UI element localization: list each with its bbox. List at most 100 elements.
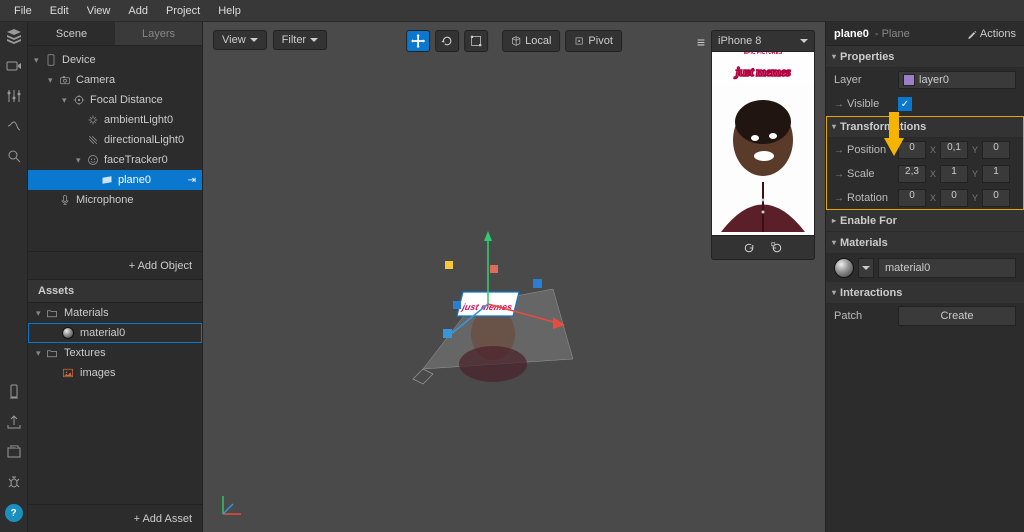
device-screen: EPIC PICTURES just memes: [711, 52, 815, 236]
focal-icon: [72, 93, 86, 107]
actions-button[interactable]: Actions: [967, 28, 1016, 40]
inspector-type: - Plane: [875, 28, 910, 40]
menu-bar: File Edit View Add Project Help: [0, 0, 1024, 22]
tree-item-camera[interactable]: ▾Camera: [28, 70, 202, 90]
scale-label: Scale: [847, 168, 875, 180]
tree-item-directionallight0[interactable]: directionalLight0: [28, 130, 202, 150]
device-icon[interactable]: [6, 384, 22, 400]
folder-icon: [46, 307, 60, 319]
camera-icon: [58, 73, 72, 87]
scale-z-input[interactable]: 1: [982, 165, 1010, 183]
tab-scene[interactable]: Scene: [28, 22, 115, 45]
material-ball-icon: [834, 258, 854, 278]
menu-add[interactable]: Add: [120, 2, 156, 20]
position-label: Position: [847, 144, 886, 156]
bug-icon[interactable]: [6, 474, 22, 490]
menu-file[interactable]: File: [6, 2, 40, 20]
dlight-icon: [86, 133, 100, 147]
asset-item-materials[interactable]: ▾Materials: [28, 303, 202, 323]
create-patch-button[interactable]: Create: [898, 306, 1016, 326]
layers-icon[interactable]: [6, 28, 22, 44]
layer-dropdown[interactable]: layer0: [898, 71, 1016, 89]
position-z-input[interactable]: 0: [982, 141, 1010, 159]
layer-label: Layer: [834, 74, 898, 86]
section-interactions[interactable]: Interactions: [826, 282, 1024, 304]
tree-item-ambientlight0[interactable]: ambientLight0: [28, 110, 202, 130]
rotation-x-input[interactable]: 0: [898, 189, 926, 207]
scale-x-input[interactable]: 2,3: [898, 165, 926, 183]
export-icon[interactable]: [6, 414, 22, 430]
rotate-tool[interactable]: [435, 30, 459, 52]
video-icon[interactable]: [6, 58, 22, 74]
layer-swatch-icon: [903, 74, 915, 86]
move-tool[interactable]: [406, 30, 430, 52]
pivot-toggle[interactable]: Pivot: [565, 30, 621, 52]
viewport[interactable]: View Filter Local Pivot: [203, 22, 825, 532]
inspector-panel: plane0 - Plane Actions Properties Layer …: [825, 22, 1024, 532]
local-toggle[interactable]: Local: [502, 30, 560, 52]
material-dropdown-toggle[interactable]: [858, 258, 874, 278]
scale-tool[interactable]: [464, 30, 488, 52]
position-y-input[interactable]: 0,1: [940, 141, 968, 159]
sliders-icon[interactable]: [6, 88, 22, 104]
tree-item-focal distance[interactable]: ▾Focal Distance: [28, 90, 202, 110]
vertical-toolbar: ?: [0, 22, 28, 532]
tree-item-device[interactable]: ▾Device: [28, 50, 202, 70]
menu-view[interactable]: View: [79, 2, 119, 20]
light-icon: [86, 113, 100, 127]
left-panel: Scene Layers ▾Device▾Camera▾Focal Distan…: [28, 22, 203, 532]
device-selector[interactable]: iPhone 8: [711, 30, 815, 52]
device-preview: iPhone 8 EPIC PICTURES just memes: [711, 30, 815, 260]
library-icon[interactable]: [6, 444, 22, 460]
visible-label: Visible: [847, 98, 879, 110]
menu-help[interactable]: Help: [210, 2, 249, 20]
preview-menu-icon[interactable]: ≡: [697, 34, 705, 50]
link-icon[interactable]: →: [834, 99, 844, 110]
rotation-z-input[interactable]: 0: [982, 189, 1010, 207]
section-properties[interactable]: Properties: [826, 46, 1024, 68]
tab-layers[interactable]: Layers: [115, 22, 202, 45]
tree-item-microphone[interactable]: Microphone: [28, 190, 202, 210]
asset-item-images[interactable]: images: [28, 363, 202, 383]
plane-icon: [100, 173, 114, 187]
image-icon: [62, 367, 76, 379]
axis-gizmo: [217, 490, 247, 520]
device-icon: [44, 53, 58, 67]
menu-project[interactable]: Project: [158, 2, 208, 20]
help-icon[interactable]: ?: [5, 504, 23, 522]
scene-tree: ▾Device▾Camera▾Focal DistanceambientLigh…: [28, 46, 202, 251]
patch-icon[interactable]: [6, 118, 22, 134]
matball-icon: [62, 327, 76, 339]
menu-edit[interactable]: Edit: [42, 2, 77, 20]
asset-item-material0[interactable]: material0: [28, 323, 202, 343]
assets-header[interactable]: Assets: [28, 279, 202, 303]
asset-item-textures[interactable]: ▾Textures: [28, 343, 202, 363]
tree-item-plane0[interactable]: plane0⇥: [28, 170, 202, 190]
face-icon: [86, 153, 100, 167]
search-icon[interactable]: [6, 148, 22, 164]
scale-y-input[interactable]: 1: [940, 165, 968, 183]
view-dropdown[interactable]: View: [213, 30, 267, 50]
svg-text:just memes: just memes: [460, 302, 513, 312]
scene-3d: just memes: [393, 189, 613, 409]
preview-subtitle: EPIC PICTURES: [744, 52, 782, 56]
inspector-name: plane0: [834, 28, 869, 40]
patch-label: Patch: [834, 310, 898, 322]
filter-dropdown[interactable]: Filter: [273, 30, 327, 50]
reset-icon[interactable]: [771, 242, 783, 254]
section-materials[interactable]: Materials: [826, 232, 1024, 254]
add-asset-button[interactable]: + Add Asset: [28, 504, 202, 532]
tree-item-facetracker0[interactable]: ▾faceTracker0: [28, 150, 202, 170]
add-object-button[interactable]: + Add Object: [28, 251, 202, 279]
material-select[interactable]: material0: [878, 258, 1016, 278]
visible-checkbox[interactable]: ✓: [898, 97, 912, 111]
preview-logo: just memes: [736, 64, 791, 80]
folder-icon: [46, 347, 60, 359]
position-x-input[interactable]: 0: [898, 141, 926, 159]
rotation-y-input[interactable]: 0: [940, 189, 968, 207]
rotation-label: Rotation: [847, 192, 888, 204]
section-transformations[interactable]: Transformations: [826, 116, 1024, 138]
pause-icon[interactable]: [743, 242, 755, 254]
section-enable-for[interactable]: Enable For: [826, 210, 1024, 232]
mic-icon: [58, 193, 72, 207]
